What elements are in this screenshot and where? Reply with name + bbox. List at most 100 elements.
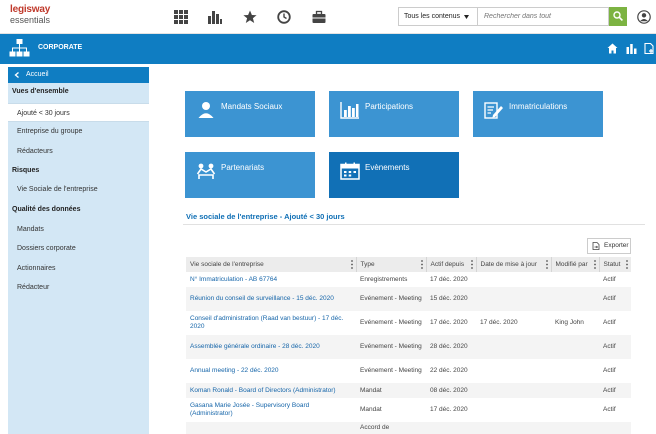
cell-title[interactable]: Réunion du conseil de surveillance - 15 …: [186, 287, 356, 311]
cell-status: Actif: [603, 319, 616, 326]
stats-icon[interactable]: [626, 43, 637, 54]
column-menu-icon[interactable]: [626, 260, 628, 269]
cell-title[interactable]: Gasana Marie Josée - Supervisory Board (…: [186, 398, 356, 422]
cell-updated: [476, 422, 551, 434]
column-header-label: Modifié par: [555, 261, 588, 268]
cell-status: Actif: [599, 335, 631, 359]
tile-label: Mandats Sociaux: [221, 102, 283, 111]
sidebar-section-overview: Vues d'ensemble: [12, 88, 69, 95]
column-header-type[interactable]: Type: [356, 257, 427, 272]
column-menu-icon[interactable]: [350, 260, 353, 269]
search-scope-dropdown[interactable]: Tous les contenus: [398, 7, 478, 26]
edit-document-icon: [484, 102, 503, 119]
table-row[interactable]: Réunion du conseil de surveillance - 15 …: [186, 287, 631, 311]
table-row[interactable]: Gasana Marie Josée - Supervisory Board (…: [186, 398, 631, 422]
tile-partenariats[interactable]: Partenariats: [185, 152, 315, 198]
cell-updated: 17 déc. 2020: [480, 319, 518, 326]
sidebar-item-corporate-files[interactable]: Dossiers corporate: [17, 245, 76, 252]
cell-active-since: 08 déc. 2020: [426, 383, 476, 398]
sidebar-section-risks: Risques: [12, 167, 40, 174]
clock-icon[interactable]: [277, 10, 291, 24]
table-row[interactable]: Accord de: [186, 422, 631, 434]
column-header-status[interactable]: Statut: [599, 257, 631, 272]
tile-mandats-sociaux[interactable]: Mandats Sociaux: [185, 91, 315, 137]
tile-label: Evènements: [365, 163, 410, 172]
table-row[interactable]: Conseil d'administration (Raad van bestu…: [186, 311, 631, 335]
tile-label: Partenariats: [221, 163, 265, 172]
sidebar-item-editor[interactable]: Rédacteur: [17, 284, 49, 291]
cell-active-since: [426, 422, 476, 434]
bar-chart-icon[interactable]: [208, 10, 222, 24]
module-title: CORPORATE: [38, 44, 83, 51]
cell-status: Actif: [599, 383, 631, 398]
export-icon: [592, 242, 600, 250]
column-header-label: Statut: [603, 261, 621, 268]
back-to-home-link[interactable]: Accueil: [8, 67, 149, 83]
column-menu-icon[interactable]: [593, 260, 596, 269]
cell-updated: [476, 398, 551, 422]
briefcase-icon[interactable]: [312, 10, 326, 24]
tile-participations[interactable]: Participations: [329, 91, 459, 137]
column-menu-icon[interactable]: [545, 260, 548, 269]
module-header: CORPORATE: [0, 34, 656, 64]
table-row[interactable]: N° Immatriculation - AB 67764 Enregistre…: [186, 272, 631, 287]
cell-title[interactable]: N° Immatriculation - AB 67764: [186, 272, 356, 287]
add-document-icon[interactable]: [644, 43, 655, 54]
cell-modified-by: [551, 383, 599, 398]
cell-modified-by: [551, 398, 599, 422]
bar-chart-icon: [340, 102, 359, 119]
table-row[interactable]: Koman Ronald - Board of Directors (Admin…: [186, 383, 631, 398]
cell-type: Evénement - Meeting: [356, 335, 426, 359]
tile-immatriculations[interactable]: Immatriculations: [473, 91, 603, 137]
sidebar-item-editors[interactable]: Rédacteurs: [17, 148, 53, 155]
search-button[interactable]: [609, 7, 627, 26]
calendar-icon: [340, 162, 360, 180]
column-header-active-since[interactable]: Actif depuis: [426, 257, 477, 272]
section-title: Vie sociale de l'entreprise - Ajouté < 3…: [186, 212, 345, 221]
cell-type: Accord de: [356, 422, 426, 434]
column-header-updated[interactable]: Date de mise à jour: [476, 257, 552, 272]
cell-title[interactable]: Conseil d'administration (Raad van bestu…: [186, 311, 356, 335]
column-header-modified-by[interactable]: Modifié par: [551, 257, 600, 272]
results-table: Vie sociale de l'entreprise Type Actif d…: [186, 257, 631, 434]
cell-modified-by: [551, 422, 599, 434]
sidebar-item-shareholders[interactable]: Actionnaires: [17, 265, 56, 272]
person-icon: [198, 102, 214, 118]
cell-modified-by: King John: [555, 319, 584, 326]
user-avatar-icon[interactable]: [637, 10, 651, 24]
column-menu-icon[interactable]: [420, 260, 423, 269]
column-menu-icon[interactable]: [470, 260, 473, 269]
chevron-left-icon: [14, 72, 19, 78]
cell-title[interactable]: Annual meeting - 22 déc. 2020: [186, 359, 356, 383]
logo-line1: legisway: [10, 4, 51, 15]
org-chart-icon: [9, 39, 30, 57]
cell-status: Actif: [603, 367, 616, 374]
cell-title[interactable]: [186, 422, 356, 434]
logo[interactable]: legisway essentials: [10, 4, 51, 26]
cell-updated: [476, 335, 551, 359]
sidebar-item-mandates[interactable]: Mandats: [17, 226, 44, 233]
tile-evenements[interactable]: Evènements: [329, 152, 459, 198]
sidebar-item-corporate-life[interactable]: Vie Sociale de l'entreprise: [17, 186, 98, 193]
sidebar-item-group-companies[interactable]: Entreprise du groupe: [17, 128, 82, 135]
handshake-icon: [196, 163, 216, 179]
cell-title[interactable]: Koman Ronald - Board of Directors (Admin…: [186, 383, 356, 398]
export-label: Exporter: [604, 242, 629, 249]
cell-title[interactable]: Assemblée générale ordinaire - 28 déc. 2…: [186, 335, 356, 359]
column-header-corporate-life[interactable]: Vie sociale de l'entreprise: [186, 257, 357, 272]
cell-type: Mandat: [356, 383, 426, 398]
cell-active-since: 17 déc. 2020: [430, 275, 468, 283]
search-input[interactable]: [478, 7, 609, 26]
cell-active-since: 17 déc. 2020: [430, 319, 468, 326]
table-row[interactable]: Assemblée générale ordinaire - 28 déc. 2…: [186, 335, 631, 359]
sidebar-section-data-quality: Qualité des données: [12, 206, 81, 213]
table-row[interactable]: Annual meeting - 22 déc. 2020 Evénement …: [186, 359, 631, 383]
cell-modified-by: [551, 287, 599, 311]
star-icon[interactable]: [243, 10, 257, 24]
grid-icon[interactable]: [174, 10, 188, 24]
search-scope-label: Tous les contenus: [404, 13, 461, 20]
sidebar-item-added-30-days[interactable]: Ajouté < 30 jours: [8, 103, 149, 122]
home-icon[interactable]: [607, 43, 618, 54]
tile-label: Participations: [365, 102, 414, 111]
export-button[interactable]: Exporter: [587, 238, 631, 254]
